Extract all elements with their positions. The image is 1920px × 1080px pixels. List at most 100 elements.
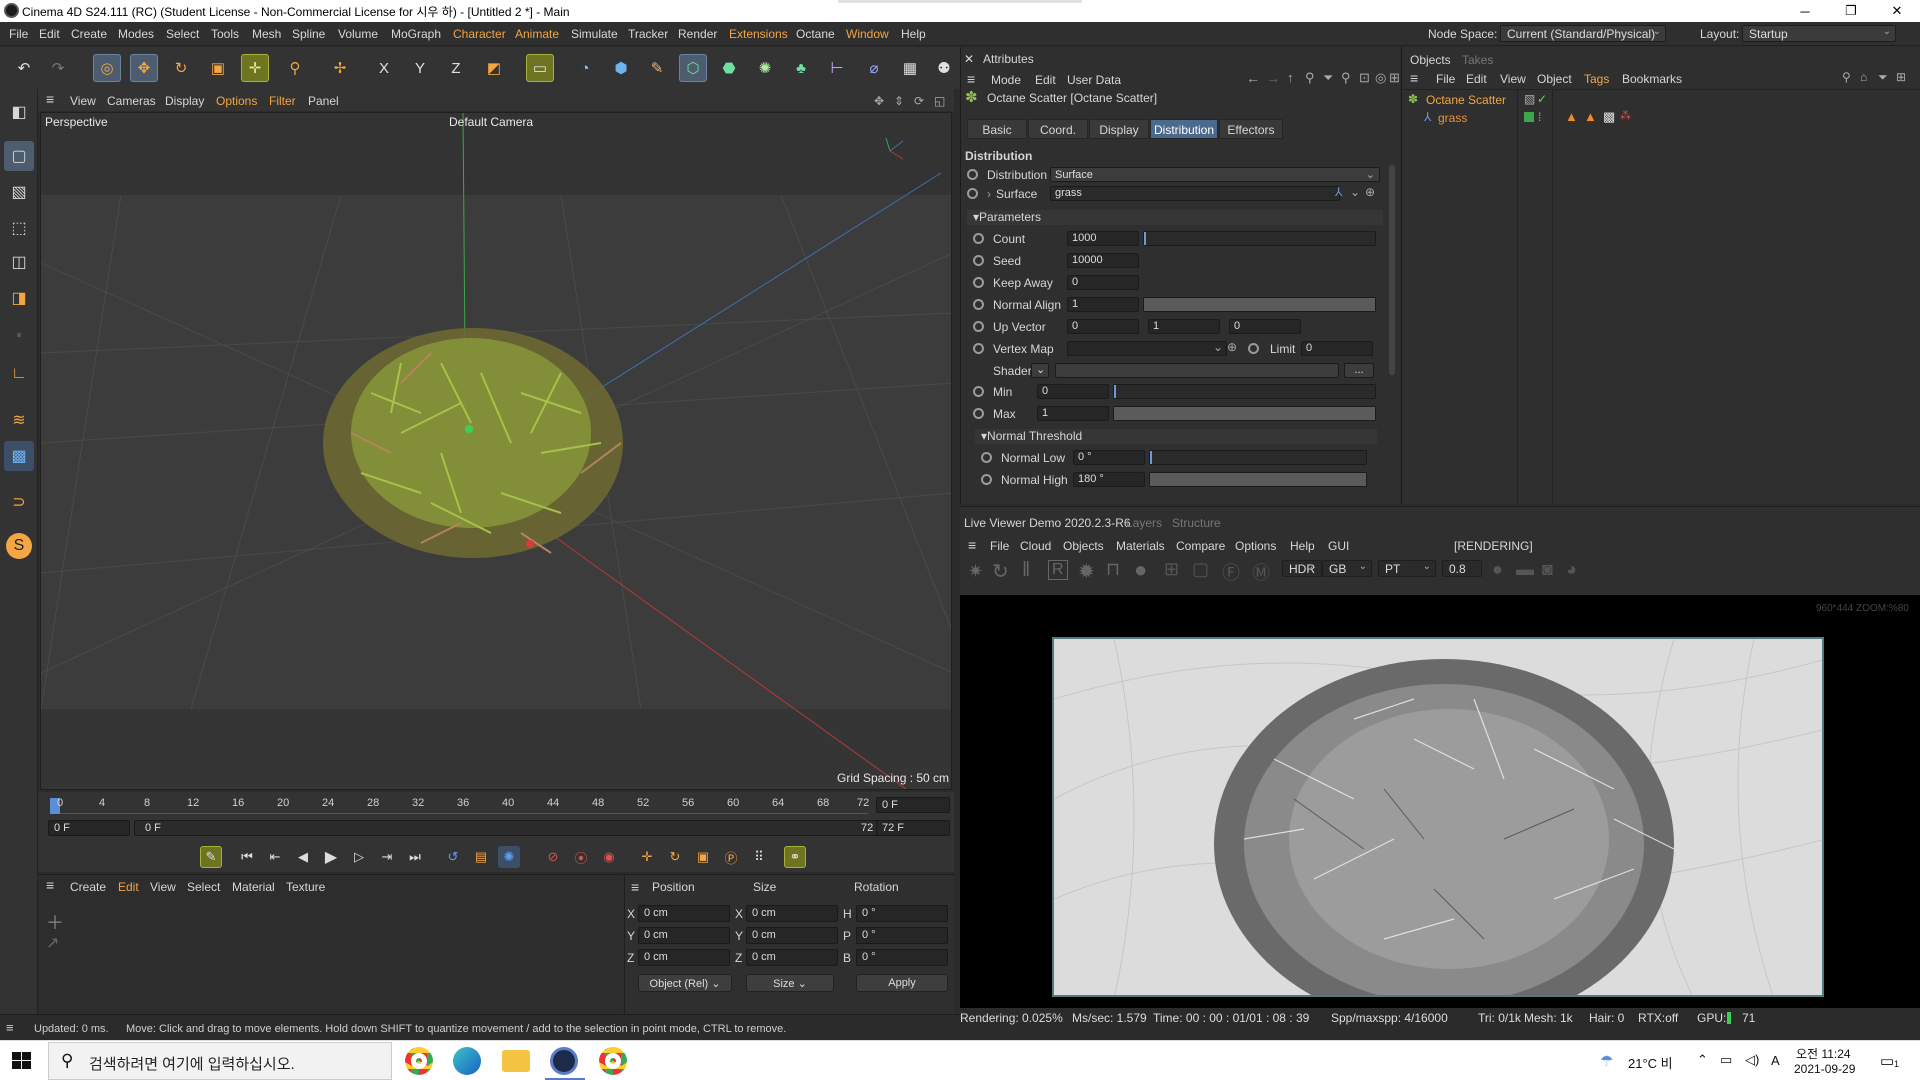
lv-menu-gui[interactable]: GUI <box>1328 539 1349 553</box>
menu-create[interactable]: Create <box>71 27 107 41</box>
menu-tools[interactable]: Tools <box>211 27 239 41</box>
attr-menu-mode[interactable]: Mode <box>991 73 1021 87</box>
new-window-icon[interactable]: ⊞ <box>1896 70 1906 84</box>
hamburger-icon[interactable]: ≡ <box>46 877 54 893</box>
redo-icon[interactable]: ↷ <box>44 54 72 82</box>
lv-menu-cloud[interactable]: Cloud <box>1020 539 1051 553</box>
taskbar-search-box[interactable]: ⚲ 검색하려면 여기에 입력하십시오. <box>48 1042 392 1080</box>
material-menu-material[interactable]: Material <box>232 880 275 894</box>
up-arrow-icon[interactable]: ↑ <box>1287 70 1294 85</box>
rotation-p-field[interactable]: 0 ° <box>856 927 948 944</box>
attr-menu-user-data[interactable]: User Data <box>1067 73 1121 87</box>
make-editable-icon[interactable]: ◧ <box>4 97 34 127</box>
menu-window[interactable]: Window <box>846 27 889 41</box>
edges-mode-icon[interactable]: ◫ <box>4 247 34 277</box>
rotate-view-icon[interactable]: ⟳ <box>914 94 924 108</box>
visibility-icon[interactable]: ⁞ <box>1538 110 1541 124</box>
texture-mode-icon[interactable]: ▧ <box>4 177 34 207</box>
undo-icon[interactable]: ↶ <box>10 54 38 82</box>
position-z-field[interactable]: 0 cm <box>638 949 730 966</box>
material-menu-edit[interactable]: Edit <box>118 880 139 894</box>
rotation-h-field[interactable]: 0 ° <box>856 905 948 922</box>
lock-icon[interactable]: ⊡ <box>1359 70 1370 86</box>
tab-distribution[interactable]: Distribution <box>1150 119 1218 139</box>
zoom-view-icon[interactable]: ⇕ <box>894 94 904 108</box>
keep-away-field[interactable]: 0 <box>1067 275 1139 290</box>
camera-icon[interactable]: ⚉ <box>930 54 958 82</box>
hamburger-icon[interactable]: ≡ <box>6 1020 14 1035</box>
grass-scatter-object[interactable] <box>323 328 623 558</box>
hamburger-icon[interactable]: ≡ <box>967 71 975 87</box>
model-mode-icon[interactable]: ▢ <box>4 141 34 171</box>
workplane-icon[interactable]: ≋ <box>4 405 34 435</box>
pick-target-icon[interactable]: ⊕ <box>1227 340 1237 354</box>
magnet-icon[interactable]: ⊃ <box>4 487 34 517</box>
x-axis-lock-icon[interactable]: X <box>370 54 398 82</box>
size-mode-dropdown[interactable]: Size ⌄ <box>746 974 834 992</box>
link-menu-icon[interactable]: ⌄ <box>1213 340 1223 354</box>
pen-icon[interactable]: ✎ <box>643 54 671 82</box>
viewport-menu-filter[interactable]: Filter <box>269 94 296 108</box>
toggle-icon[interactable]: ● <box>1492 559 1503 580</box>
up-vector-z-field[interactable]: 0 <box>1229 319 1301 334</box>
objects-menu-view[interactable]: View <box>1500 72 1526 86</box>
search-attr-icon[interactable]: ⚲ <box>1341 70 1351 86</box>
hdr-dropdown[interactable]: HDR ⌄ <box>1282 560 1322 577</box>
menu-octane[interactable]: Octane <box>796 27 835 41</box>
move-tool-icon[interactable]: ✥ <box>130 54 158 82</box>
menu-volume[interactable]: Volume <box>338 27 378 41</box>
max-slider[interactable] <box>1113 406 1376 421</box>
z-axis-lock-icon[interactable]: Z <box>442 54 470 82</box>
scale-key-icon[interactable]: ▣ <box>692 846 714 868</box>
material-pick-icon[interactable]: ↗ <box>46 933 59 953</box>
lv-menu-objects[interactable]: Objects <box>1063 539 1104 553</box>
cube-icon[interactable]: ⬢ <box>607 54 635 82</box>
preview-ball-icon[interactable]: ◕ <box>1566 559 1577 580</box>
uv-mode-icon[interactable]: ▪ <box>4 321 34 351</box>
animate-distribution-icon[interactable] <box>967 169 978 180</box>
layout-dropdown[interactable]: Startup ⌄ <box>1742 25 1896 42</box>
polygons-mode-icon[interactable]: ◨ <box>4 283 34 313</box>
menu-edit[interactable]: Edit <box>39 27 60 41</box>
filter-icon[interactable]: ⏷ <box>1323 70 1333 86</box>
file-explorer-icon[interactable] <box>502 1050 530 1072</box>
list-item[interactable]: ✽ Octane Scatter ▧ ✓ <box>1402 91 1920 109</box>
objects-menu-bookmarks[interactable]: Bookmarks <box>1622 72 1682 86</box>
layer-color-icon[interactable] <box>1524 112 1534 122</box>
tab-takes[interactable]: Takes <box>1462 53 1493 67</box>
tab-layers[interactable]: Layers <box>1126 516 1162 530</box>
edge-icon[interactable] <box>453 1047 481 1075</box>
surface-link-field[interactable]: grass <box>1050 186 1340 201</box>
viewport-menu-cameras[interactable]: Cameras <box>107 94 156 108</box>
y-axis-lock-icon[interactable]: Y <box>406 54 434 82</box>
animate-min-icon[interactable] <box>973 386 984 397</box>
loop-icon[interactable]: ↺ <box>442 846 464 868</box>
back-arrow-icon[interactable]: ← <box>1246 70 1260 86</box>
enabled-check-icon[interactable]: ✓ <box>1537 92 1547 106</box>
keyframe-mode-icon[interactable]: ▤ <box>470 846 492 868</box>
material-menu-texture[interactable]: Texture <box>286 880 325 894</box>
live-selection-icon[interactable]: ◎ <box>93 54 121 82</box>
parameter-key-icon[interactable]: Ⓟ <box>720 846 742 868</box>
add-material-icon[interactable]: ＋ <box>46 909 64 935</box>
points-mode-icon[interactable]: ⬚ <box>4 213 34 243</box>
lv-menu-help[interactable]: Help <box>1290 539 1315 553</box>
menu-character[interactable]: Character <box>453 27 506 41</box>
attributes-scrollbar[interactable] <box>1389 165 1395 375</box>
animate-surface-icon[interactable] <box>967 188 978 199</box>
menu-mesh[interactable]: Mesh <box>252 27 281 41</box>
shader-menu-dropdown[interactable]: ⌄ <box>1031 363 1049 378</box>
weather-icon[interactable]: ☂ <box>1600 1052 1613 1070</box>
axis-mode-icon[interactable]: ✢ <box>326 54 354 82</box>
pan-view-icon[interactable]: ✥ <box>874 94 884 108</box>
start-windows-icon[interactable] <box>12 1052 32 1070</box>
axis-icon[interactable]: ∟ <box>4 359 34 389</box>
subdivision-icon[interactable]: ⬡ <box>679 54 707 82</box>
visibility-icon[interactable]: ▧ <box>1524 92 1535 106</box>
animate-vertex-map-icon[interactable] <box>973 343 984 354</box>
perspective-viewport[interactable]: Perspective Default Camera Grid Spacing … <box>40 112 952 790</box>
hamburger-icon[interactable]: ≡ <box>46 91 54 107</box>
up-vector-y-field[interactable]: 1 <box>1148 319 1220 334</box>
cloner-icon[interactable]: ✺ <box>751 54 779 82</box>
deformer-icon[interactable]: ♣ <box>787 54 815 82</box>
